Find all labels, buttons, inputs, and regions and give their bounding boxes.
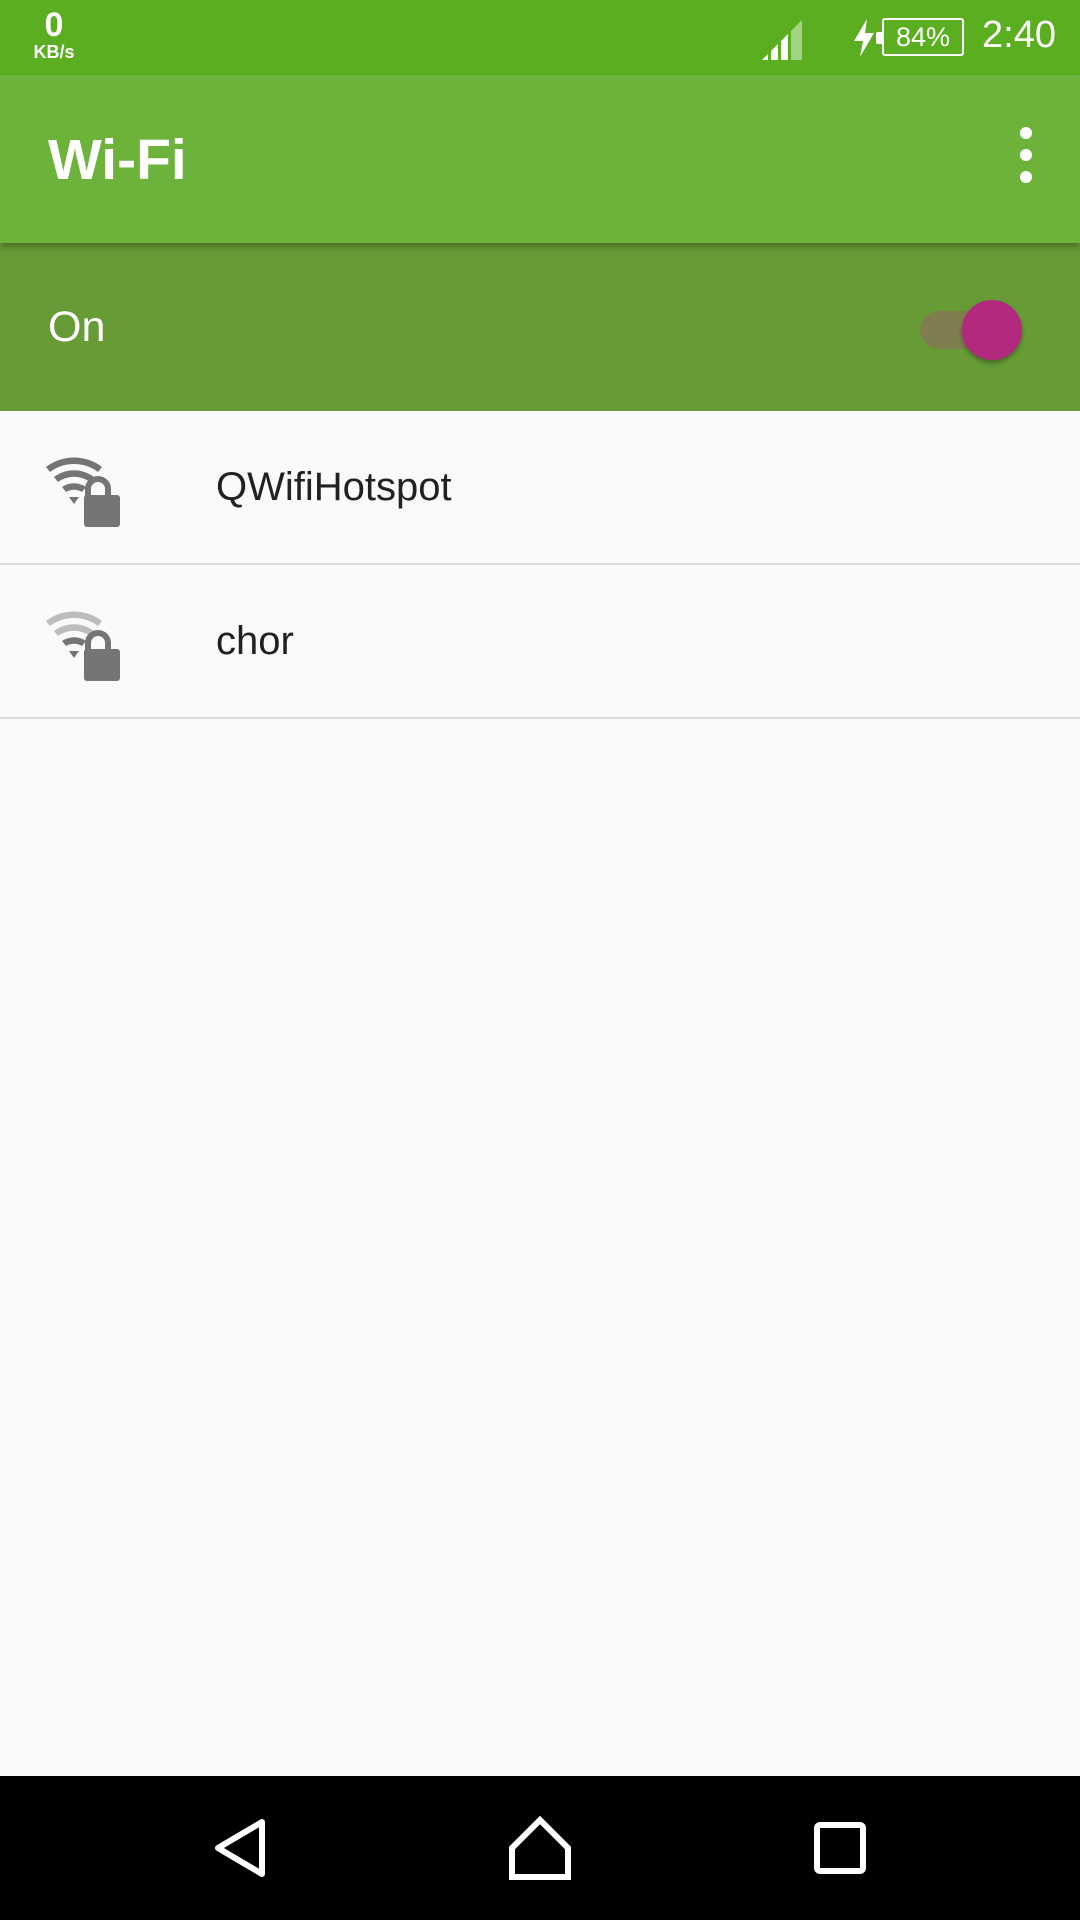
home-button[interactable] <box>498 1806 582 1890</box>
toggle-thumb <box>962 300 1022 360</box>
home-icon <box>509 1815 571 1880</box>
network-ssid: chor <box>216 619 294 663</box>
battery-percent: 84% <box>895 22 951 52</box>
charging-bolt-icon <box>854 19 874 57</box>
app-bar: Wi-Fi <box>0 75 1080 243</box>
recents-button[interactable] <box>798 1806 882 1890</box>
back-icon <box>215 1819 265 1877</box>
more-options-button[interactable] <box>996 125 1056 185</box>
back-button[interactable] <box>198 1806 282 1890</box>
network-speed-value: 0 <box>44 6 64 44</box>
network-speed-unit: KB/s <box>33 42 75 62</box>
navigation-bar <box>0 1776 1080 1920</box>
more-vert-icon <box>1020 127 1032 139</box>
network-item[interactable]: QWifiHotspot <box>0 411 1080 565</box>
wifi-toggle[interactable] <box>918 295 1024 360</box>
page-title: Wi-Fi <box>48 128 187 192</box>
wifi-lock-icon <box>46 457 120 527</box>
network-list: QWifiHotspot chor <box>0 411 1080 719</box>
wifi-switch-label: On <box>48 303 106 351</box>
wifi-lock-icon <box>46 611 120 681</box>
wifi-switch-bar[interactable]: On <box>0 243 1080 411</box>
cell-signal-icon <box>762 20 802 60</box>
recents-icon <box>814 1822 866 1874</box>
network-speed-indicator: 0 KB/s <box>26 8 82 61</box>
battery-icon: 84% <box>876 18 964 56</box>
network-ssid: QWifiHotspot <box>216 465 452 509</box>
network-item[interactable]: chor <box>0 565 1080 719</box>
status-clock: 2:40 <box>982 14 1056 56</box>
status-bar: 0 KB/s 84% 2:40 <box>0 0 1080 75</box>
